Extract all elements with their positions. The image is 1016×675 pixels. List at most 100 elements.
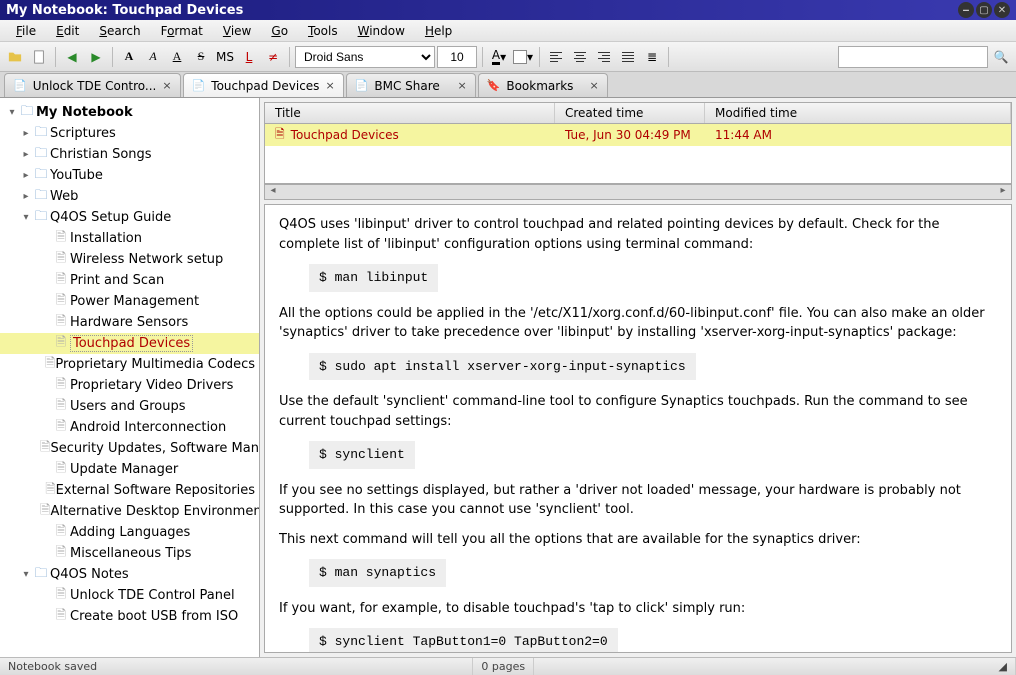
tree-toggle-icon[interactable]: ▸ xyxy=(20,170,32,181)
list-body[interactable]: 🗎Touchpad DevicesTue, Jun 30 04:49 PM11:… xyxy=(264,124,1012,184)
note-paragraph[interactable]: This next command will tell you all the … xyxy=(279,530,997,550)
tree-item[interactable]: ▾🗀My Notebook xyxy=(0,102,259,123)
mono-button[interactable]: MS xyxy=(214,46,236,68)
scroll-right-icon[interactable]: ▸ xyxy=(995,185,1011,199)
tab-close-icon[interactable]: × xyxy=(457,79,466,92)
tree-item[interactable]: ▸🗀Scriptures xyxy=(0,123,259,144)
code-block[interactable]: $ man synaptics xyxy=(309,559,446,587)
tree-item[interactable]: 🗎Installation xyxy=(0,228,259,249)
tree-item[interactable]: 🗎Android Interconnection xyxy=(0,417,259,438)
align-right-icon[interactable] xyxy=(593,46,615,68)
tree-item[interactable]: 🗎Create boot USB from ISO xyxy=(0,606,259,627)
link-button[interactable]: L xyxy=(238,46,260,68)
strike-button[interactable]: S xyxy=(190,46,212,68)
horizontal-scrollbar[interactable]: ◂ ▸ xyxy=(264,184,1012,200)
note-paragraph[interactable]: If you see no settings displayed, but ra… xyxy=(279,481,997,520)
tree-item[interactable]: ▸🗀YouTube xyxy=(0,165,259,186)
col-created[interactable]: Created time xyxy=(555,103,705,123)
tree-item[interactable]: 🗎Security Updates, Software Manager xyxy=(0,438,259,459)
search-icon[interactable]: 🔍 xyxy=(990,46,1012,68)
page-icon: 📄 xyxy=(192,79,206,92)
forward-icon[interactable]: ▶ xyxy=(85,46,107,68)
tree-item[interactable]: 🗎Adding Languages xyxy=(0,522,259,543)
menu-edit[interactable]: Edit xyxy=(46,22,89,40)
code-block[interactable]: $ man libinput xyxy=(309,264,438,292)
note-paragraph[interactable]: If you want, for example, to disable tou… xyxy=(279,599,997,619)
tree-item[interactable]: 🗎Power Management xyxy=(0,291,259,312)
menu-format[interactable]: Format xyxy=(151,22,213,40)
tree-toggle-icon[interactable]: ▾ xyxy=(20,212,32,223)
tree-toggle-icon[interactable]: ▸ xyxy=(20,128,32,139)
tab-close-icon[interactable]: × xyxy=(589,79,598,92)
note-paragraph[interactable]: All the options could be applied in the … xyxy=(279,304,997,343)
tab-close-icon[interactable]: × xyxy=(162,79,171,92)
tree-item[interactable]: ▸🗀Christian Songs xyxy=(0,144,259,165)
tree-item[interactable]: 🗎Hardware Sensors xyxy=(0,312,259,333)
menu-go[interactable]: Go xyxy=(261,22,298,40)
align-center-icon[interactable] xyxy=(569,46,591,68)
note-paragraph[interactable]: Q4OS uses 'libinput' driver to control t… xyxy=(279,215,997,254)
code-block[interactable]: $ synclient xyxy=(309,441,415,469)
menu-view[interactable]: View xyxy=(213,22,261,40)
bg-color-button[interactable]: ▾ xyxy=(512,46,534,68)
tab-3[interactable]: 🔖Bookmarks× xyxy=(478,73,608,97)
font-color-button[interactable]: A▾ xyxy=(488,46,510,68)
font-family-select[interactable]: Droid Sans xyxy=(295,46,435,68)
page-icon: 🗎 xyxy=(52,459,70,480)
menu-window[interactable]: Window xyxy=(348,22,415,40)
menu-help[interactable]: Help xyxy=(415,22,462,40)
underline-button[interactable]: A xyxy=(166,46,188,68)
bold-button[interactable]: A xyxy=(118,46,140,68)
search-input[interactable] xyxy=(838,46,988,68)
italic-button[interactable]: A xyxy=(142,46,164,68)
tree-item[interactable]: 🗎Proprietary Video Drivers xyxy=(0,375,259,396)
tab-0[interactable]: 📄Unlock TDE Contro...× xyxy=(4,73,181,97)
menu-search[interactable]: Search xyxy=(89,22,150,40)
code-block[interactable]: $ sudo apt install xserver-xorg-input-sy… xyxy=(309,353,696,381)
tree-item[interactable]: ▾🗀Q4OS Setup Guide xyxy=(0,207,259,228)
code-block[interactable]: $ synclient TapButton1=0 TapButton2=0 xyxy=(309,628,618,653)
tree-item[interactable]: 🗎Touchpad Devices xyxy=(0,333,259,354)
tree-item[interactable]: ▾🗀Q4OS Notes xyxy=(0,564,259,585)
note-editor[interactable]: Q4OS uses 'libinput' driver to control t… xyxy=(264,204,1012,653)
tree-toggle-icon[interactable]: ▾ xyxy=(6,107,18,118)
tree-item[interactable]: 🗎Users and Groups xyxy=(0,396,259,417)
minimize-button[interactable]: ‒ xyxy=(958,2,974,18)
tab-close-icon[interactable]: × xyxy=(325,79,334,92)
tree-item[interactable]: 🗎Update Manager xyxy=(0,459,259,480)
tree-toggle-icon[interactable]: ▸ xyxy=(20,191,32,202)
menu-file[interactable]: File xyxy=(6,22,46,40)
tree-item[interactable]: 🗎Wireless Network setup xyxy=(0,249,259,270)
col-title[interactable]: Title xyxy=(265,103,555,123)
tab-2[interactable]: 📄BMC Share× xyxy=(346,73,476,97)
close-button[interactable]: ✕ xyxy=(994,2,1010,18)
clear-format-button[interactable]: ≠ xyxy=(262,46,284,68)
col-modified[interactable]: Modified time xyxy=(705,103,1011,123)
tree-item[interactable]: 🗎Alternative Desktop Environments xyxy=(0,501,259,522)
menu-tools[interactable]: Tools xyxy=(298,22,348,40)
open-icon[interactable] xyxy=(4,46,26,68)
align-left-icon[interactable] xyxy=(545,46,567,68)
tree-item[interactable]: ▸🗀Web xyxy=(0,186,259,207)
folder-icon: 🗀 xyxy=(32,186,50,207)
folder-icon: 🗀 xyxy=(32,165,50,186)
tree-item[interactable]: 🗎External Software Repositories xyxy=(0,480,259,501)
align-justify-icon[interactable] xyxy=(617,46,639,68)
tree-item[interactable]: 🗎Unlock TDE Control Panel xyxy=(0,585,259,606)
tree-toggle-icon[interactable]: ▾ xyxy=(20,569,32,580)
sidebar-tree[interactable]: ▾🗀My Notebook▸🗀Scriptures▸🗀Christian Son… xyxy=(0,98,260,657)
scroll-left-icon[interactable]: ◂ xyxy=(265,185,281,199)
tree-item[interactable]: 🗎Proprietary Multimedia Codecs xyxy=(0,354,259,375)
maximize-button[interactable]: ▢ xyxy=(976,2,992,18)
bullet-list-icon[interactable]: ≣ xyxy=(641,46,663,68)
list-row[interactable]: 🗎Touchpad DevicesTue, Jun 30 04:49 PM11:… xyxy=(265,124,1011,146)
tree-toggle-icon[interactable]: ▸ xyxy=(20,149,32,160)
new-page-icon[interactable] xyxy=(28,46,50,68)
note-paragraph[interactable]: Use the default 'synclient' command-line… xyxy=(279,392,997,431)
font-size-input[interactable] xyxy=(437,46,477,68)
resize-grip-icon[interactable]: ◢ xyxy=(991,658,1016,675)
back-icon[interactable]: ◀ xyxy=(61,46,83,68)
tree-item[interactable]: 🗎Miscellaneous Tips xyxy=(0,543,259,564)
tab-1[interactable]: 📄Touchpad Devices× xyxy=(183,73,344,97)
tree-item[interactable]: 🗎Print and Scan xyxy=(0,270,259,291)
